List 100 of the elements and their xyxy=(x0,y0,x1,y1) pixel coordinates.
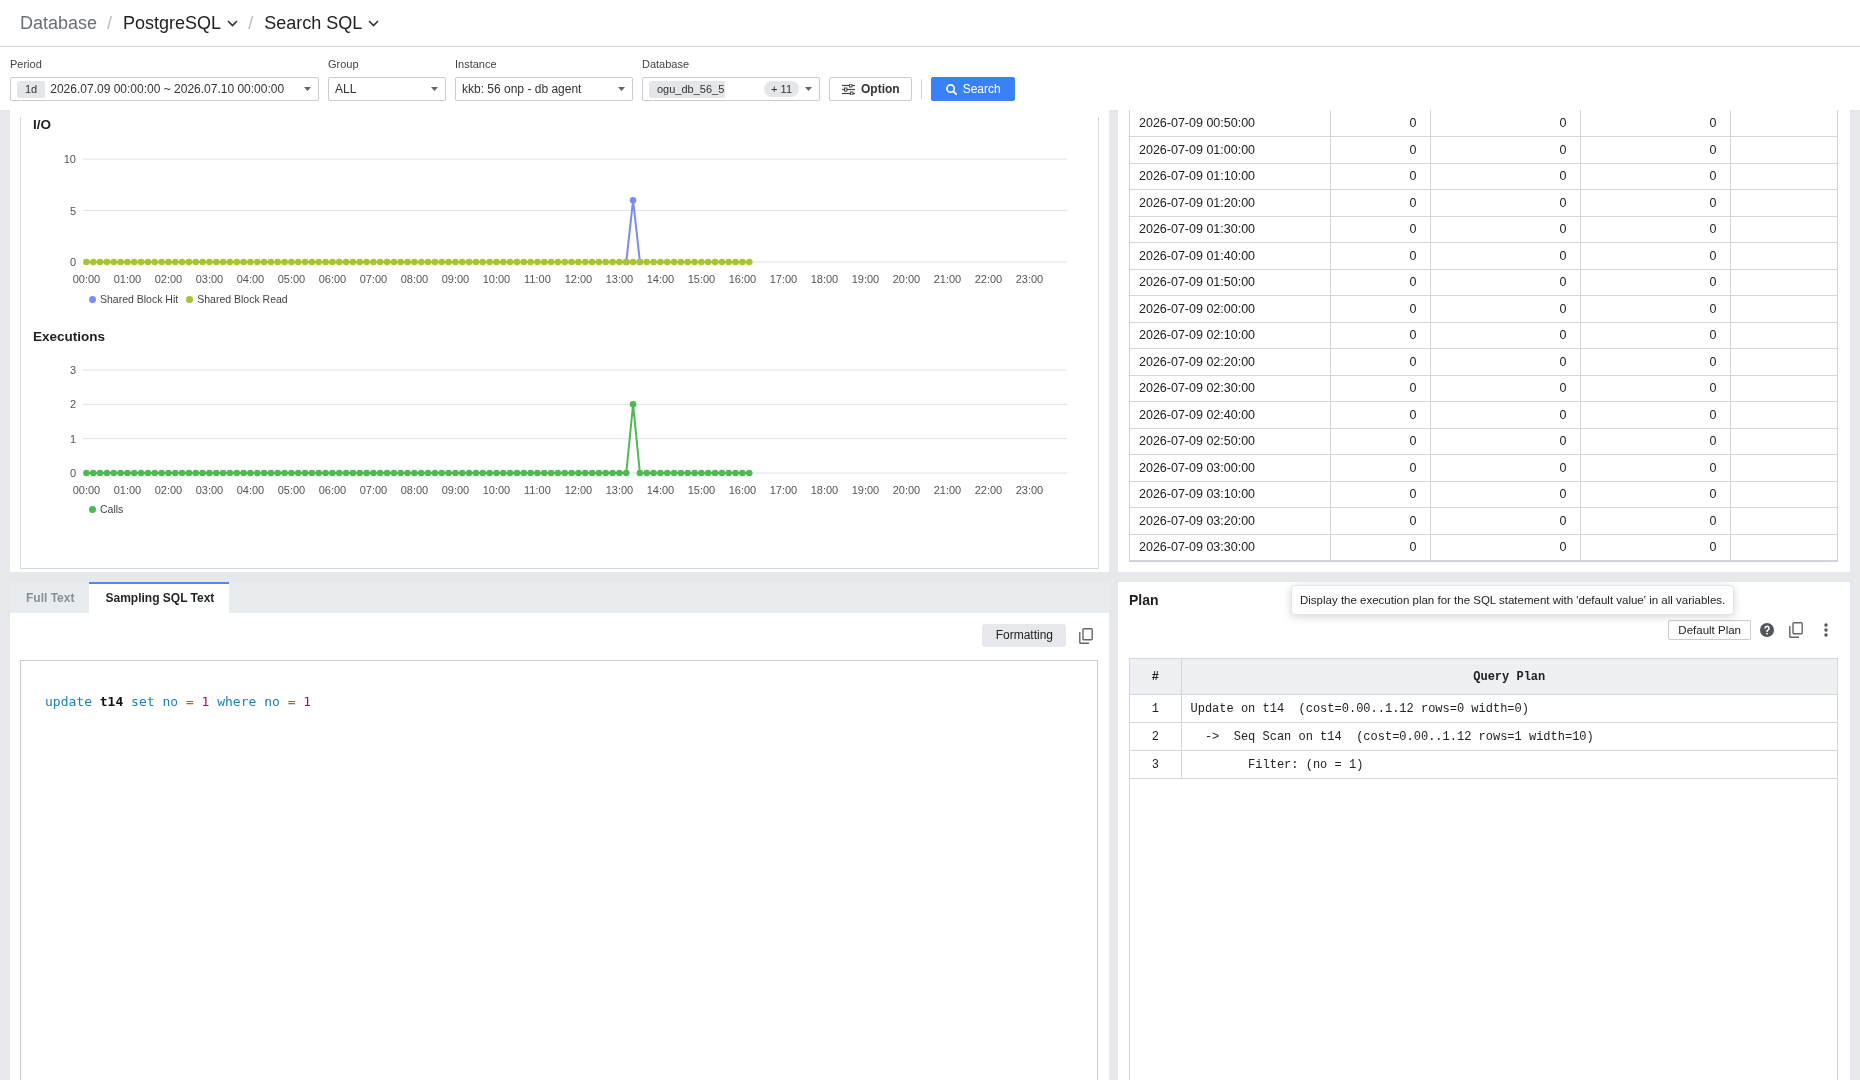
axis-tick-label: 05:00 xyxy=(277,273,306,285)
axis-tick-label: 15:00 xyxy=(687,484,716,496)
axis-tick-label: 08:00 xyxy=(400,273,429,285)
table-cell: 0 xyxy=(1580,322,1730,349)
axis-tick-label: 2 xyxy=(69,398,76,411)
caret-down-icon[interactable] xyxy=(805,87,812,91)
legend-label: Calls xyxy=(100,503,124,515)
table-cell: 2026-07-09 03:20:00 xyxy=(1130,507,1330,534)
table-cell: Filter: (no = 1) xyxy=(1181,750,1837,779)
axis-tick-label: 18:00 xyxy=(810,484,839,496)
table-cell: 0 xyxy=(1330,322,1430,349)
tab[interactable]: Sampling SQL Text xyxy=(89,582,230,613)
chart-title: Executions xyxy=(33,329,106,345)
tooltip: Display the execution plan for the SQL statement with 'default value' in all variables. xyxy=(1291,585,1735,615)
axis-tick-label: 21:00 xyxy=(933,484,962,496)
axis-tick-label: 01:00 xyxy=(113,273,142,285)
column-header: # xyxy=(1130,659,1181,695)
table-cell: 0 xyxy=(1430,242,1580,269)
axis-tick-label: 0 xyxy=(69,256,76,268)
breadcrumb-separator: / xyxy=(248,12,254,34)
table-cell: 0 xyxy=(1330,295,1430,322)
more-icon[interactable] xyxy=(1824,623,1828,637)
breadcrumb-link[interactable]: Database xyxy=(20,12,98,34)
table-cell: 0 xyxy=(1430,295,1580,322)
table-cell: 0 xyxy=(1580,375,1730,402)
table-cell: 0 xyxy=(1330,375,1430,402)
field-label: Instance xyxy=(455,58,497,70)
table-cell: 0 xyxy=(1580,242,1730,269)
axis-tick-label: 11:00 xyxy=(524,273,551,285)
axis-tick-label: 3 xyxy=(69,364,76,376)
table-cell: 2026-07-09 03:30:00 xyxy=(1130,534,1330,561)
breadcrumb-dropdown[interactable]: PostgreSQL xyxy=(123,12,239,34)
code-editor[interactable]: update t14 set no = 1 where no = 1 xyxy=(20,660,1098,1080)
table-cell: 2 xyxy=(1130,722,1181,751)
axis-tick-label: 12:00 xyxy=(564,484,593,496)
axis-tick-label: 23:00 xyxy=(1015,273,1044,285)
axis-tick-label: 16:00 xyxy=(728,273,757,285)
multi-select-field[interactable]: ogu_db_56_5 + 11 xyxy=(642,77,820,101)
field-label: Period xyxy=(10,58,42,70)
axis-tick-label: 01:00 xyxy=(113,484,142,496)
select-field[interactable]: kkb: 56 onp - db agent xyxy=(455,77,633,101)
default-plan-button[interactable]: Default Plan xyxy=(1668,620,1751,640)
table-cell: 0 xyxy=(1430,163,1580,190)
formatting-button[interactable]: Formatting xyxy=(981,624,1066,647)
axis-tick-label: 23:00 xyxy=(1015,484,1044,496)
table-cell: 0 xyxy=(1330,216,1430,243)
axis-tick-label: 09:00 xyxy=(441,273,470,285)
axis-tick-label: 02:00 xyxy=(154,273,183,285)
table-cell: 0 xyxy=(1330,136,1430,163)
table-cell: 0 xyxy=(1430,428,1580,455)
table-cell: 1 xyxy=(1130,694,1181,723)
copy-icon[interactable] xyxy=(1789,622,1803,638)
select-field[interactable]: ALL xyxy=(328,77,446,101)
breadcrumb-dropdown[interactable]: Search SQL xyxy=(264,12,380,34)
sql-code-line: update t14 set no = 1 where no = 1 xyxy=(45,694,312,710)
table-cell: 2026-07-09 01:00:00 xyxy=(1130,136,1330,163)
axis-tick-label: 14:00 xyxy=(646,484,675,496)
table-cell: 0 xyxy=(1580,163,1730,190)
table-cell: 0 xyxy=(1430,375,1580,402)
table-cell: 2026-07-09 01:30:00 xyxy=(1130,216,1330,243)
option-button[interactable]: Option xyxy=(829,77,912,101)
table-cell: 0 xyxy=(1430,110,1580,137)
table-cell: 0 xyxy=(1430,216,1580,243)
table-cell: 0 xyxy=(1430,481,1580,508)
date-range-picker[interactable]: 1d 2026.07.09 00:00:00 ~ 2026.07.10 00:00:00 xyxy=(10,77,319,101)
table-cell: 3 xyxy=(1130,750,1181,779)
table-cell: 0 xyxy=(1430,401,1580,428)
table-cell: 2026-07-09 03:10:00 xyxy=(1130,481,1330,508)
table-cell: 0 xyxy=(1330,481,1430,508)
axis-tick-label: 0 xyxy=(69,467,76,479)
axis-tick-label: 12:00 xyxy=(564,273,593,285)
table-cell: 0 xyxy=(1580,428,1730,455)
table-cell: 0 xyxy=(1430,322,1580,349)
table-cell: 2026-07-09 00:50:00 xyxy=(1130,110,1330,137)
table-cell: 2026-07-09 02:10:00 xyxy=(1130,322,1330,349)
axis-tick-label: 11:00 xyxy=(524,484,551,496)
table-cell: 0 xyxy=(1580,481,1730,508)
table-cell: 2026-07-09 02:30:00 xyxy=(1130,375,1330,402)
help-icon[interactable] xyxy=(1760,623,1774,637)
table-cell: 2026-07-09 01:10:00 xyxy=(1130,163,1330,190)
search-button[interactable]: Search xyxy=(930,77,1015,101)
table-cell: 0 xyxy=(1430,507,1580,534)
axis-tick-label: 19:00 xyxy=(851,484,880,496)
chevron-down-icon[interactable] xyxy=(227,19,239,27)
table-cell: 0 xyxy=(1430,189,1580,216)
axis-tick-label: 22:00 xyxy=(974,273,1003,285)
copy-icon[interactable] xyxy=(1079,627,1093,644)
table-cell: 0 xyxy=(1430,534,1580,561)
axis-tick-label: 07:00 xyxy=(359,484,388,496)
axis-tick-label: 17:00 xyxy=(769,484,798,496)
table-cell: 0 xyxy=(1330,189,1430,216)
count-badge: + 11 xyxy=(764,81,799,97)
caret-down-icon[interactable] xyxy=(431,87,438,91)
axis-tick-label: 1 xyxy=(69,432,76,445)
chevron-down-icon[interactable] xyxy=(368,19,380,27)
caret-down-icon[interactable] xyxy=(618,87,625,91)
axis-tick-label: 06:00 xyxy=(318,484,347,496)
table-cell: 2026-07-09 02:20:00 xyxy=(1130,348,1330,375)
field-label: Database xyxy=(642,58,690,70)
caret-down-icon[interactable] xyxy=(304,87,311,91)
